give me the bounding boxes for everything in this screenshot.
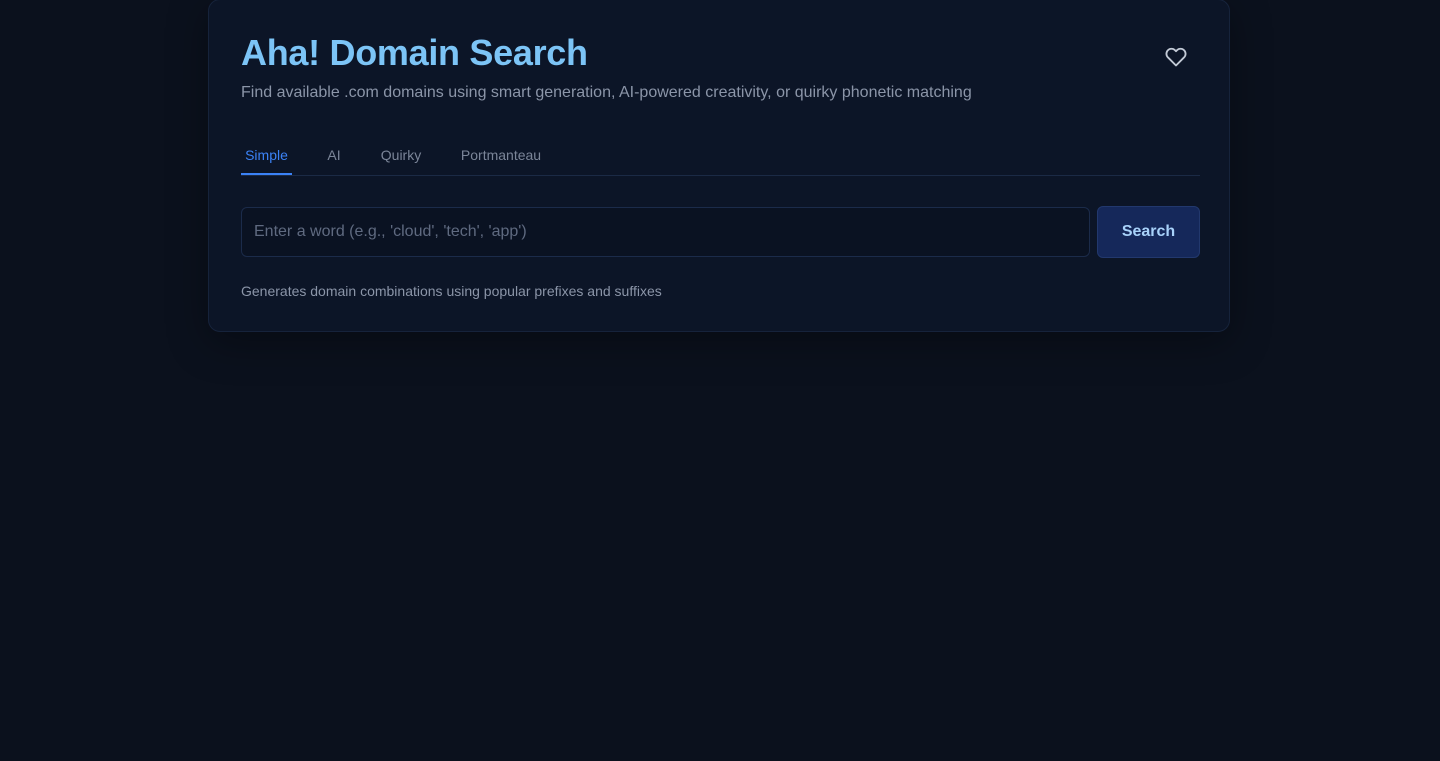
tab-ai[interactable]: AI — [325, 136, 343, 174]
favorites-button[interactable] — [1159, 40, 1193, 74]
search-button[interactable]: Search — [1097, 206, 1200, 258]
search-input[interactable] — [241, 207, 1090, 257]
tab-portmanteau[interactable]: Portmanteau — [459, 136, 543, 174]
mode-description: Generates domain combinations using popu… — [241, 283, 662, 299]
mode-tabs: Simple AI Quirky Portmanteau — [241, 136, 1200, 176]
page-title: Aha! Domain Search — [241, 32, 588, 73]
tab-simple[interactable]: Simple — [241, 136, 292, 175]
page-subtitle: Find available .com domains using smart … — [241, 84, 972, 101]
heart-icon — [1165, 47, 1187, 67]
tab-quirky[interactable]: Quirky — [379, 136, 423, 174]
domain-search-card: Aha! Domain Search Find available .com d… — [208, 0, 1230, 332]
